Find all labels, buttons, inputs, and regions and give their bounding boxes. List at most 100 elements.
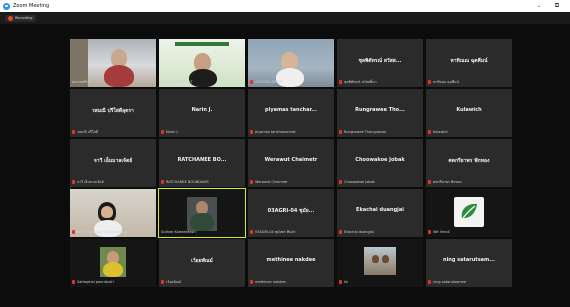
mic-muted-icon bbox=[72, 230, 75, 234]
participant-tile[interactable]: หาทิณณ ฉุดคีมน์ หาทิณณ ฉุดคีมน์ bbox=[426, 39, 512, 87]
participant-label: Kulawich bbox=[433, 130, 449, 134]
mic-muted-icon bbox=[72, 180, 75, 184]
participant-tile[interactable]: Kulawich Kulawich bbox=[426, 89, 512, 137]
participant-label: รสมณี ปรีใสดี bbox=[77, 130, 98, 134]
participant-tile[interactable]: BHUTAN PRESENT bbox=[159, 39, 245, 87]
mic-muted-icon bbox=[339, 180, 342, 184]
recording-indicator[interactable]: Recording bbox=[5, 14, 36, 22]
mic-muted-icon bbox=[72, 280, 75, 284]
participant-name: จาวี เอ็มมาลเจ้ดย์ bbox=[93, 158, 133, 164]
participant-label: Werawut Chaimetr bbox=[255, 180, 288, 184]
profile-picture bbox=[364, 247, 396, 275]
participant-tile[interactable]: ชุลพิตัทรณ์ สวัสส... ชุลพิตัทรณ์ สวัสสดิ… bbox=[337, 39, 423, 87]
participant-name: รสมณี ปรีใสดีอุตรา bbox=[92, 108, 134, 114]
participant-tile[interactable]: Wit Vendi bbox=[426, 189, 512, 237]
mic-muted-icon bbox=[161, 280, 164, 284]
participant-tile[interactable]: 03AGRI-04 ชุมัย... 03AGRI-04 ชุมัยพร ทิม… bbox=[248, 189, 334, 237]
mic-muted-icon bbox=[428, 180, 431, 184]
participant-label: Sathaphol pannibutri bbox=[77, 280, 114, 284]
participant-label: หาทิณณ ฉุดคีมน์ bbox=[433, 80, 459, 84]
participant-name: หาทิณณ ฉุดคีมน์ bbox=[450, 58, 488, 64]
participant-tile[interactable]: Rungrawee Tho... Rungrawee Thongnoisai bbox=[337, 89, 423, 137]
participant-label: จาวี เอ็มมาลเจ้ดย์ bbox=[77, 180, 104, 184]
mic-muted-icon bbox=[428, 80, 431, 84]
participant-tile[interactable]: kk bbox=[337, 239, 423, 287]
recording-label: Recording bbox=[15, 16, 33, 20]
participant-name: Kulawich bbox=[456, 107, 482, 113]
participant-tile[interactable]: ศตกรียาพร ฟักทอง ศตกรียาพร ฟักทอง bbox=[426, 139, 512, 187]
participant-label: kk bbox=[344, 280, 349, 284]
maximize-button[interactable]: ⧉ bbox=[550, 0, 564, 12]
participant-label: ชุลพิตัทรณ์ สวัสสดิ์มา bbox=[344, 80, 377, 84]
participant-label: RATCHANEE BOUNDAWS bbox=[166, 180, 209, 184]
zoom-logo-icon bbox=[3, 2, 10, 10]
gallery-grid: pinnedPM BHUTAN PRESENT ASR MSS-SETUP ชุ… bbox=[70, 39, 514, 289]
profile-picture bbox=[454, 197, 484, 227]
participant-tile[interactable]: จาวี เอ็มมาลเจ้ดย์ จาวี เอ็มมาลเจ้ดย์ bbox=[70, 139, 156, 187]
mic-muted-icon bbox=[250, 180, 253, 184]
participant-label: Suthee Kaewmeasri bbox=[161, 230, 196, 234]
participant-name: piyamas tanchar... bbox=[265, 107, 317, 113]
leaf-logo-icon bbox=[461, 203, 477, 219]
participant-label: ning satarutsamee bbox=[433, 280, 466, 284]
mic-muted-icon bbox=[428, 230, 431, 234]
participant-tile[interactable]: piyamas tanchar... piyamas tancharoenrat bbox=[248, 89, 334, 137]
mic-muted-icon bbox=[250, 280, 253, 284]
participant-name: ชุลพิตัทรณ์ สวัสส... bbox=[358, 58, 402, 64]
participant-name: Rungrawee Tho... bbox=[355, 107, 405, 113]
participant-name: 03AGRI-04 ชุมัย... bbox=[267, 208, 315, 214]
mic-muted-icon bbox=[428, 130, 431, 134]
participant-tile[interactable]: Choowakoe Jobak Choowakoe Jobak bbox=[337, 139, 423, 187]
participant-name: Choowakoe Jobak bbox=[355, 157, 405, 163]
participant-label: Ekachai duangjai bbox=[344, 230, 374, 234]
participant-label: Rungrawee Thongnoisai bbox=[344, 130, 387, 134]
participant-label: methinee nakdee bbox=[255, 280, 286, 284]
participant-label: ศตกรียาพร ฟักทอง bbox=[433, 180, 462, 184]
mic-muted-icon bbox=[250, 80, 253, 84]
participant-tile[interactable]: จิตรา มีสุขดี-(ครู Thai Dorothy) bbox=[70, 189, 156, 237]
participant-name: ศตกรียาพร ฟักทอง bbox=[448, 158, 490, 164]
participant-label: เว้อยพัณม์ bbox=[166, 280, 182, 284]
participant-label: Wit Vendi bbox=[433, 230, 450, 234]
mic-muted-icon bbox=[72, 130, 75, 134]
mic-muted-icon bbox=[428, 280, 431, 284]
participant-label: จิตรา มีสุขดี-(ครู Thai Dorothy) bbox=[77, 230, 128, 234]
participant-tile[interactable]: รสมณี ปรีใสดีอุตรา รสมณี ปรีใสดี bbox=[70, 89, 156, 137]
participant-tile[interactable]: เว้อยพัณม์ เว้อยพัณม์ bbox=[159, 239, 245, 287]
participant-name: ning satarutsam... bbox=[443, 257, 495, 263]
mic-muted-icon bbox=[339, 80, 342, 84]
participant-tile[interactable]: pinnedPM bbox=[70, 39, 156, 87]
participant-tile[interactable]: Werawut Chaimetr Werawut Chaimetr bbox=[248, 139, 334, 187]
mic-muted-icon bbox=[250, 230, 253, 234]
participant-tile[interactable]: ASR MSS-SETUP bbox=[248, 39, 334, 87]
participant-tile[interactable]: Sathaphol pannibutri bbox=[70, 239, 156, 287]
mic-muted-icon bbox=[250, 130, 253, 134]
participant-name: Werawut Chaimetr bbox=[264, 157, 318, 163]
minimize-button[interactable]: – bbox=[532, 0, 546, 12]
participant-tile[interactable]: Narin J. Narin J. bbox=[159, 89, 245, 137]
participant-label: ASR MSS-SETUP bbox=[255, 80, 284, 84]
mic-muted-icon bbox=[339, 230, 342, 234]
mic-muted-icon bbox=[161, 130, 164, 134]
participant-tile[interactable]: Ekachai duangjai Ekachai duangjai bbox=[337, 189, 423, 237]
participant-tile[interactable]: methinee nakdee methinee nakdee bbox=[248, 239, 334, 287]
participant-name: methinee nakdee bbox=[266, 257, 316, 263]
participant-label: Choowakoe Jobak bbox=[344, 180, 375, 184]
record-icon bbox=[8, 15, 13, 21]
participant-name: เว้อยพัณม์ bbox=[191, 258, 213, 264]
participant-label: 03AGRI-04 ชุมัยพร ทิมคำ bbox=[255, 230, 296, 234]
participant-label: BHUTAN PRESENT bbox=[161, 80, 193, 84]
meeting-toolbar: Recording bbox=[0, 12, 570, 24]
window-titlebar: Zoom Meeting – ⧉ bbox=[0, 0, 570, 12]
mic-muted-icon bbox=[161, 180, 164, 184]
participant-name: Narin J. bbox=[191, 107, 213, 113]
participant-name: Ekachai duangjai bbox=[356, 207, 404, 213]
active-speaker-tile[interactable]: Suthee Kaewmeasri bbox=[158, 188, 246, 238]
participant-name: RATCHANEE BO... bbox=[177, 157, 227, 163]
participant-label: pinnedPM bbox=[72, 80, 90, 84]
mic-muted-icon bbox=[339, 280, 342, 284]
window-title: Zoom Meeting bbox=[13, 3, 50, 9]
participant-tile[interactable]: RATCHANEE BO... RATCHANEE BOUNDAWS bbox=[159, 139, 245, 187]
participant-tile[interactable]: ning satarutsam... ning satarutsamee bbox=[426, 239, 512, 287]
mic-muted-icon bbox=[339, 130, 342, 134]
